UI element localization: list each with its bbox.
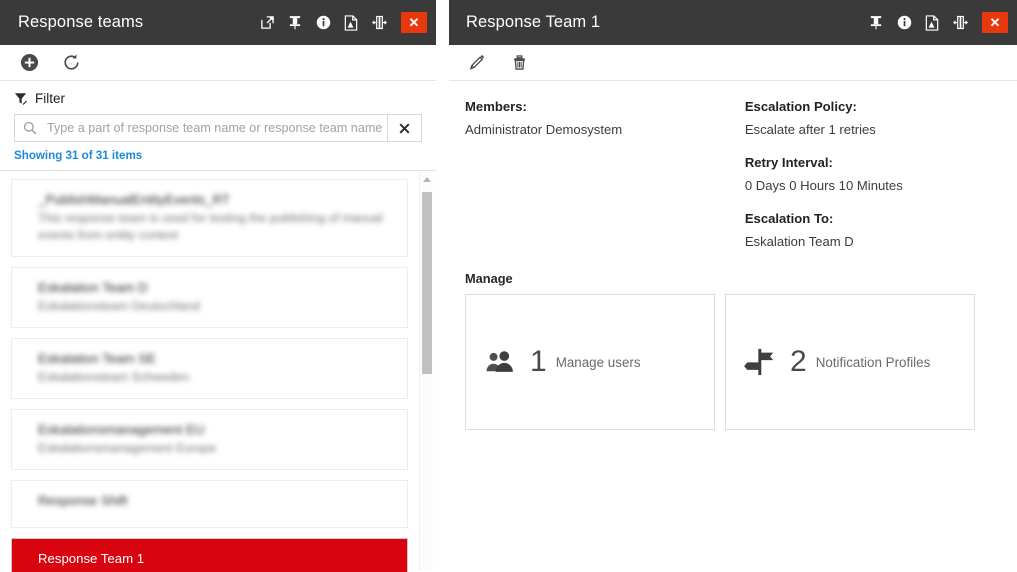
detail-body: Members: Administrator Demosystem Escala… [449, 81, 1017, 430]
list-item-title: Eskalation Team D [38, 279, 393, 296]
close-icon[interactable]: ✕ [401, 12, 427, 33]
list-item-description: Eskalationsteam Deutschland [38, 298, 393, 315]
list-item-title: Eskalationsmanagement EU [38, 421, 393, 438]
info-icon[interactable] [893, 0, 915, 45]
close-icon[interactable]: ✕ [982, 12, 1008, 33]
detail-toolbar [449, 45, 1017, 81]
card-label: Notification Profiles [816, 355, 931, 370]
list-item[interactable]: _PublishManualEntityEvents_RT This respon… [11, 179, 408, 257]
list-item[interactable]: Eskalation Team SE Eskalationsteam Schwed… [11, 338, 408, 399]
list-item-title: Eskalation Team SE [38, 350, 393, 367]
pin-icon[interactable] [865, 0, 887, 45]
list-item-title: _PublishManualEntityEvents_RT [38, 191, 393, 208]
field-members: Members: Administrator Demosystem [465, 97, 735, 139]
manage-users-card[interactable]: 1 Manage users [465, 294, 715, 430]
clear-filter-button[interactable] [388, 114, 422, 142]
showing-count-label[interactable]: Showing 31 of 31 items [14, 149, 422, 162]
list-item-description: This response team is used for testing t… [38, 210, 393, 244]
field-label: Escalation To: [745, 209, 991, 228]
close-icon-glyph: ✕ [409, 15, 420, 31]
manage-cards: 1 Manage users [465, 294, 1001, 430]
panel-divider [437, 0, 449, 572]
field-value: Eskalation Team D [745, 232, 991, 251]
field-value: Administrator Demosystem [465, 120, 735, 139]
collapse-panel-icon[interactable] [368, 0, 390, 45]
filter-area: Filter Showin [0, 81, 436, 162]
info-icon[interactable] [312, 0, 334, 45]
field-retry-interval: Retry Interval: 0 Days 0 Hours 10 Minute… [745, 153, 991, 195]
field-label: Retry Interval: [745, 153, 991, 172]
collapse-panel-icon[interactable] [949, 0, 971, 45]
pin-icon[interactable] [284, 0, 306, 45]
field-label: Members: [465, 97, 735, 116]
filter-label-row: Filter [14, 91, 422, 106]
refresh-button[interactable] [58, 50, 84, 76]
field-label: Escalation Policy: [745, 97, 991, 116]
pdf-export-icon[interactable] [340, 0, 362, 45]
list-item-description: Eskalationsteam Schweden [38, 369, 393, 386]
scrollbar-thumb[interactable] [422, 192, 432, 374]
card-count: 2 [790, 347, 807, 377]
edit-button[interactable] [464, 50, 490, 76]
filter-funnel-icon [14, 92, 28, 106]
application-window: Response teams [0, 0, 1017, 572]
close-icon-glyph: ✕ [990, 15, 1001, 31]
detail-fields-right: Escalation Policy: Escalate after 1 retr… [745, 97, 1001, 265]
list-item[interactable]: Eskalationsmanagement EU Eskalationsmanag… [11, 409, 408, 470]
response-teams-list: _PublishManualEntityEvents_RT This respon… [0, 171, 419, 572]
scroll-up-arrow-icon[interactable] [420, 172, 434, 186]
open-in-new-window-icon[interactable] [256, 0, 278, 45]
users-group-icon [484, 349, 526, 375]
detail-title: Response Team 1 [466, 13, 600, 32]
manage-section-label: Manage [465, 271, 1001, 286]
add-button[interactable] [16, 50, 42, 76]
left-panel-header: Response teams [0, 0, 436, 45]
search-icon [23, 121, 37, 135]
card-count: 1 [530, 347, 547, 377]
search-box[interactable] [14, 114, 388, 142]
response-teams-list-container: _PublishManualEntityEvents_RT This respon… [0, 170, 436, 572]
card-content: 2 Notification Profiles [726, 347, 930, 377]
field-value: Escalate after 1 retries [745, 120, 991, 139]
field-escalation-policy: Escalation Policy: Escalate after 1 retr… [745, 97, 991, 139]
page-title: Response teams [18, 13, 143, 32]
response-team-detail-panel: Response Team 1 [449, 0, 1017, 572]
search-input[interactable] [45, 115, 387, 141]
delete-button[interactable] [506, 50, 532, 76]
card-content: 1 Manage users [466, 347, 641, 377]
list-item[interactable]: Eskalation Team D Eskalationsteam Deutsch… [11, 267, 408, 328]
detail-fields-left: Members: Administrator Demosystem [465, 97, 745, 265]
left-panel-header-icons: ✕ [256, 0, 436, 45]
list-scrollbar[interactable] [419, 172, 433, 570]
list-item-title: Response Team 1 [38, 550, 393, 567]
list-item[interactable]: Response Team 1This is the first Respons… [11, 538, 408, 572]
detail-fields: Members: Administrator Demosystem Escala… [465, 97, 1001, 265]
field-value: 0 Days 0 Hours 10 Minutes [745, 176, 991, 195]
list-item-title: Response Shift [38, 492, 393, 509]
scrollbar-track[interactable] [420, 186, 433, 570]
pdf-export-icon[interactable] [921, 0, 943, 45]
signpost-icon [744, 348, 786, 376]
notification-profiles-card[interactable]: 2 Notification Profiles [725, 294, 975, 430]
right-panel-header-icons: ✕ [865, 0, 1017, 45]
right-panel-header: Response Team 1 [449, 0, 1017, 45]
response-teams-panel: Response teams [0, 0, 437, 572]
list-item[interactable]: Response Shift [11, 480, 408, 528]
search-row [14, 114, 422, 142]
filter-label: Filter [35, 91, 65, 106]
manage-section: Manage 1 [465, 271, 1001, 430]
left-panel-toolbar [0, 45, 436, 81]
card-label: Manage users [556, 355, 641, 370]
list-item-description: Eskalationsmanagement Europa [38, 440, 393, 457]
field-escalation-to: Escalation To: Eskalation Team D [745, 209, 991, 251]
